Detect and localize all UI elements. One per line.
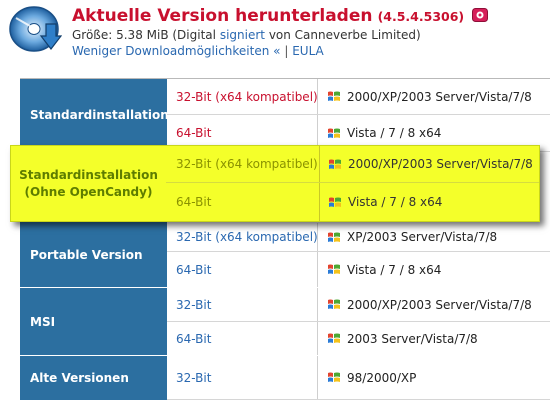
group-label: MSI <box>20 288 167 356</box>
group-label-line2: (Ohne OpenCandy) <box>24 184 153 199</box>
download-row[interactable]: 32-Bit (x64 kompatibel) XP/2003 Server/V… <box>167 223 550 252</box>
windows-flag-icon <box>327 371 341 384</box>
file-size-info: Größe: 5.38 MiB (Digital signiert von Ca… <box>72 28 421 42</box>
group-label: Standardinstallation <box>20 79 169 151</box>
download-title-line: Aktuelle Version herunterladen (4.5.4.53… <box>72 6 489 26</box>
os-compat: Vista / 7 / 8 x64 <box>328 183 442 221</box>
os-text: 2000/XP/2003 Server/Vista/7/8 <box>348 157 533 171</box>
os-text: 98/2000/XP <box>347 370 417 385</box>
column-divider <box>317 322 318 355</box>
os-compat: 2003 Server/Vista/7/8 <box>327 322 478 355</box>
highlighted-no-opencandy-group: Standardinstallation (Ohne OpenCandy) 32… <box>10 145 540 222</box>
bit-link[interactable]: 32-Bit (x64 kompatibel) <box>176 223 318 251</box>
group-label: Standardinstallation (Ohne OpenCandy) <box>11 146 166 221</box>
os-text: Vista / 7 / 8 x64 <box>347 126 442 140</box>
bit-link[interactable]: 64-Bit <box>176 322 211 355</box>
os-compat: 98/2000/XP <box>327 356 416 399</box>
column-divider <box>319 183 320 221</box>
eula-link[interactable]: EULA <box>292 44 324 58</box>
size-suffix: von Canneverbe Limited) <box>268 28 421 42</box>
bit-link[interactable]: 32-Bit (x64 kompatibel) <box>176 79 318 114</box>
os-compat: XP/2003 Server/Vista/7/8 <box>327 223 497 251</box>
group-label: Portable Version <box>20 223 167 287</box>
column-divider <box>317 223 318 251</box>
bit-link[interactable]: 32-Bit <box>176 288 211 321</box>
group-old-versions: Alte Versionen 32-Bit 98/2000/XP <box>20 355 550 400</box>
fewer-options-link[interactable]: Weniger Downloadmöglichkeiten « <box>72 44 281 58</box>
download-row[interactable]: 64-Bit Vista / 7 / 8 x64 <box>167 252 550 288</box>
column-divider <box>319 146 320 182</box>
os-text: 2000/XP/2003 Server/Vista/7/8 <box>347 297 532 312</box>
column-divider <box>317 356 318 399</box>
os-compat: Vista / 7 / 8 x64 <box>327 252 441 287</box>
download-options-links: Weniger Downloadmöglichkeiten « | EULA <box>72 44 324 58</box>
page-title[interactable]: Aktuelle Version herunterladen <box>72 6 372 26</box>
bit-link[interactable]: 64-Bit <box>176 252 211 287</box>
size-prefix: Größe: 5.38 MiB (Digital <box>72 28 216 42</box>
download-row[interactable]: 64-Bit Vista / 7 / 8 x64 <box>166 183 539 221</box>
windows-flag-icon <box>328 158 342 171</box>
os-compat: 2000/XP/2003 Server/Vista/7/8 <box>328 146 533 182</box>
windows-flag-icon <box>327 332 341 345</box>
download-row[interactable]: 32-Bit (x64 kompatibel) 2000/XP/2003 Ser… <box>167 79 550 115</box>
group-msi: MSI 32-Bit 2000/XP/2003 Server/Vista/7/8… <box>20 287 550 356</box>
os-compat: 2000/XP/2003 Server/Vista/7/8 <box>327 79 532 114</box>
os-text: XP/2003 Server/Vista/7/8 <box>347 230 498 244</box>
download-table: Standardinstallation 32-Bit (x64 kompati… <box>20 78 550 401</box>
group-label-line1: Standardinstallation <box>19 167 158 182</box>
group-portable: Portable Version 32-Bit (x64 kompatibel)… <box>20 223 550 288</box>
link-separator: | <box>284 44 289 58</box>
os-compat: 2000/XP/2003 Server/Vista/7/8 <box>327 288 532 321</box>
windows-flag-icon <box>327 90 341 103</box>
candy-badge-icon <box>472 7 489 26</box>
column-divider <box>317 252 318 287</box>
os-text: Vista / 7 / 8 x64 <box>347 262 442 277</box>
cdburnerxp-logo-icon <box>6 4 63 56</box>
group-label: Alte Versionen <box>20 356 167 400</box>
os-text: Vista / 7 / 8 x64 <box>348 195 443 209</box>
os-text: 2003 Server/Vista/7/8 <box>347 331 478 346</box>
download-row[interactable]: 32-Bit 2000/XP/2003 Server/Vista/7/8 <box>167 288 550 322</box>
version-number: (4.5.4.5306) <box>377 9 465 24</box>
download-row[interactable]: 32-Bit 98/2000/XP <box>167 356 550 400</box>
column-divider <box>317 79 318 114</box>
download-row[interactable]: 32-Bit (x64 kompatibel) 2000/XP/2003 Ser… <box>166 146 539 182</box>
signed-link[interactable]: signiert <box>220 28 265 42</box>
bit-link[interactable]: 64-Bit <box>176 183 211 221</box>
group-standard: Standardinstallation 32-Bit (x64 kompati… <box>20 79 550 152</box>
windows-flag-icon <box>327 263 341 276</box>
bit-link[interactable]: 32-Bit (x64 kompatibel) <box>176 146 318 182</box>
bit-link[interactable]: 32-Bit <box>176 356 211 399</box>
windows-flag-icon <box>327 231 341 244</box>
windows-flag-icon <box>328 196 342 209</box>
download-row[interactable]: 64-Bit 2003 Server/Vista/7/8 <box>167 322 550 356</box>
windows-flag-icon <box>327 127 341 140</box>
os-text: 2000/XP/2003 Server/Vista/7/8 <box>347 89 532 104</box>
column-divider <box>317 288 318 321</box>
windows-flag-icon <box>327 298 341 311</box>
